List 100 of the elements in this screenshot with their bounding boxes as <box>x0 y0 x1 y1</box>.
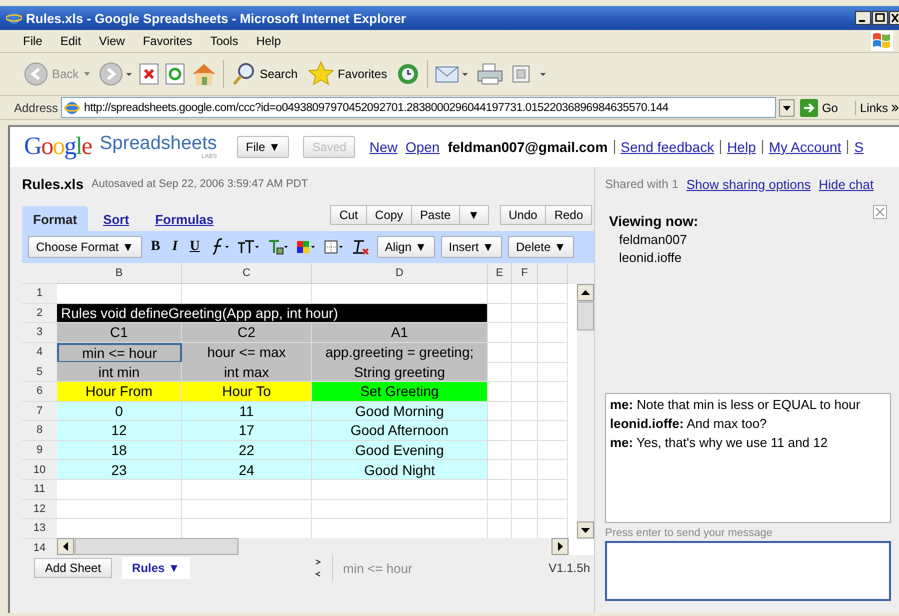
style-button[interactable]: B <box>148 239 164 255</box>
account-link[interactable]: My Account <box>768 139 842 155</box>
row-header[interactable]: 12 <box>22 500 57 520</box>
row-header[interactable]: 4 <box>22 342 57 363</box>
edit-button[interactable]: Cut <box>330 205 368 225</box>
stop-icon[interactable] <box>138 63 159 85</box>
table-cell <box>538 362 568 382</box>
edit-button[interactable]: Undo <box>500 205 546 225</box>
account-link[interactable]: Send feedback <box>620 139 714 155</box>
menu-item[interactable]: Favorites <box>134 34 202 48</box>
windows-logo-icon <box>871 31 893 51</box>
clear-format-icon[interactable] <box>350 238 371 256</box>
row-header[interactable]: 5 <box>22 362 57 382</box>
splitter-icon[interactable] <box>314 557 322 579</box>
edit-button[interactable]: Paste <box>411 205 460 225</box>
table-cell: 17 <box>182 421 312 441</box>
address-field[interactable]: http://spreadsheets.google.com/ccc?id=o04938097970452092701.2838000296044197731.01522036896984635570.144 <box>61 97 776 118</box>
account-link[interactable]: S <box>854 139 864 155</box>
choose-format-button[interactable]: Choose Format ▼ <box>28 236 142 258</box>
logo-text: Google <box>24 133 92 161</box>
toolbar-tab[interactable]: Format <box>22 206 88 231</box>
text-color-icon[interactable] <box>266 238 289 256</box>
table-cell: 22 <box>182 440 312 460</box>
row-header[interactable]: 2 <box>22 304 57 324</box>
viewer-name: feldman007 <box>618 232 688 247</box>
sheet-tab[interactable]: Rules ▼ <box>122 557 190 579</box>
forward-icon[interactable] <box>98 62 133 86</box>
search-button[interactable]: Search <box>230 62 300 86</box>
caret-icon <box>82 71 91 77</box>
table-cell <box>488 440 512 460</box>
row-header[interactable]: 10 <box>22 460 57 480</box>
row-header[interactable]: 9 <box>22 440 57 460</box>
table-cell: 24 <box>182 460 312 480</box>
style-button[interactable]: U <box>186 239 203 255</box>
table-cell: Good Evening <box>312 440 488 460</box>
table-cell: min <= hour <box>57 342 182 363</box>
row-header[interactable]: 11 <box>22 480 57 500</box>
column-header[interactable]: B <box>57 263 182 284</box>
user-email: feldman007@gmail.com <box>448 139 608 155</box>
column-header[interactable]: F <box>512 263 538 284</box>
table-cell: int max <box>182 362 312 382</box>
table-cell <box>512 284 538 304</box>
header-button[interactable]: File ▼ <box>236 136 290 158</box>
toolbar-tab[interactable]: Formulas <box>144 206 225 231</box>
fill-color-icon[interactable] <box>294 238 317 256</box>
horizontal-scrollbar[interactable] <box>57 538 569 555</box>
table-cell <box>512 342 538 363</box>
toolbar-menu-button[interactable]: Delete ▼ <box>508 236 574 258</box>
message-input[interactable] <box>605 541 891 601</box>
vertical-scrollbar[interactable] <box>577 284 594 539</box>
minimize-icon[interactable] <box>855 11 871 25</box>
row-header[interactable]: 13 <box>22 519 57 539</box>
close-icon[interactable] <box>889 11 899 25</box>
table-cell: Good Afternoon <box>312 421 488 441</box>
table-cell: String greeting <box>312 362 488 382</box>
favorites-button[interactable]: Favorites <box>306 61 390 87</box>
sharing-link[interactable]: Hide chat <box>818 176 874 192</box>
table-cell <box>512 480 538 500</box>
row-header[interactable]: 14 <box>22 538 57 555</box>
add-sheet-button[interactable]: Add Sheet <box>34 558 112 578</box>
go-button[interactable]: Go <box>798 98 852 116</box>
header-link[interactable]: New <box>369 139 398 155</box>
refresh-icon[interactable] <box>164 63 185 85</box>
row-header[interactable]: 8 <box>22 421 57 441</box>
toolbar-tab[interactable]: Sort <box>92 206 140 231</box>
row-header[interactable]: 3 <box>22 323 57 343</box>
links-button[interactable]: Links <box>854 100 899 114</box>
account-link[interactable]: Help <box>727 139 756 155</box>
column-header[interactable]: E <box>488 263 512 284</box>
borders-icon[interactable] <box>322 238 345 256</box>
table-cell <box>488 460 512 480</box>
edit-button[interactable]: ▼ <box>458 205 489 225</box>
menu-item[interactable]: File <box>14 34 52 48</box>
column-header[interactable]: C <box>182 263 312 284</box>
text-size-icon[interactable] <box>236 238 261 256</box>
printer-icon[interactable] <box>476 62 504 86</box>
sharing-link[interactable]: Show sharing options <box>686 176 811 192</box>
maximize-icon[interactable] <box>872 11 888 25</box>
row-header[interactable]: 6 <box>22 382 57 402</box>
edit-button[interactable]: Redo <box>545 205 592 225</box>
product-name: Spreadsheets <box>100 134 217 154</box>
style-button[interactable]: I <box>169 239 181 255</box>
row-header[interactable]: 7 <box>22 402 57 422</box>
table-cell <box>488 284 512 304</box>
toolbar-menu-button[interactable]: Insert ▼ <box>440 236 502 258</box>
table-cell <box>488 304 512 324</box>
browser-icon <box>6 10 22 26</box>
row-header[interactable]: 1 <box>22 284 57 304</box>
formula-text: min <= hour <box>343 560 412 576</box>
menu-item[interactable]: Edit <box>51 34 90 48</box>
menu-item[interactable]: View <box>90 34 134 48</box>
shared-status: Shared with 1 <box>605 177 678 191</box>
edit-button[interactable]: Copy <box>366 205 412 225</box>
menu-item[interactable]: Tools <box>201 34 248 48</box>
chat-hint: Press enter to send your message <box>605 527 774 539</box>
header-link[interactable]: Open <box>405 139 440 155</box>
menu-item[interactable]: Help <box>247 34 290 48</box>
toolbar-menu-button[interactable]: Align ▼ <box>376 236 435 258</box>
column-header[interactable]: D <box>312 263 488 284</box>
document-name: Rules.xls <box>22 176 84 192</box>
